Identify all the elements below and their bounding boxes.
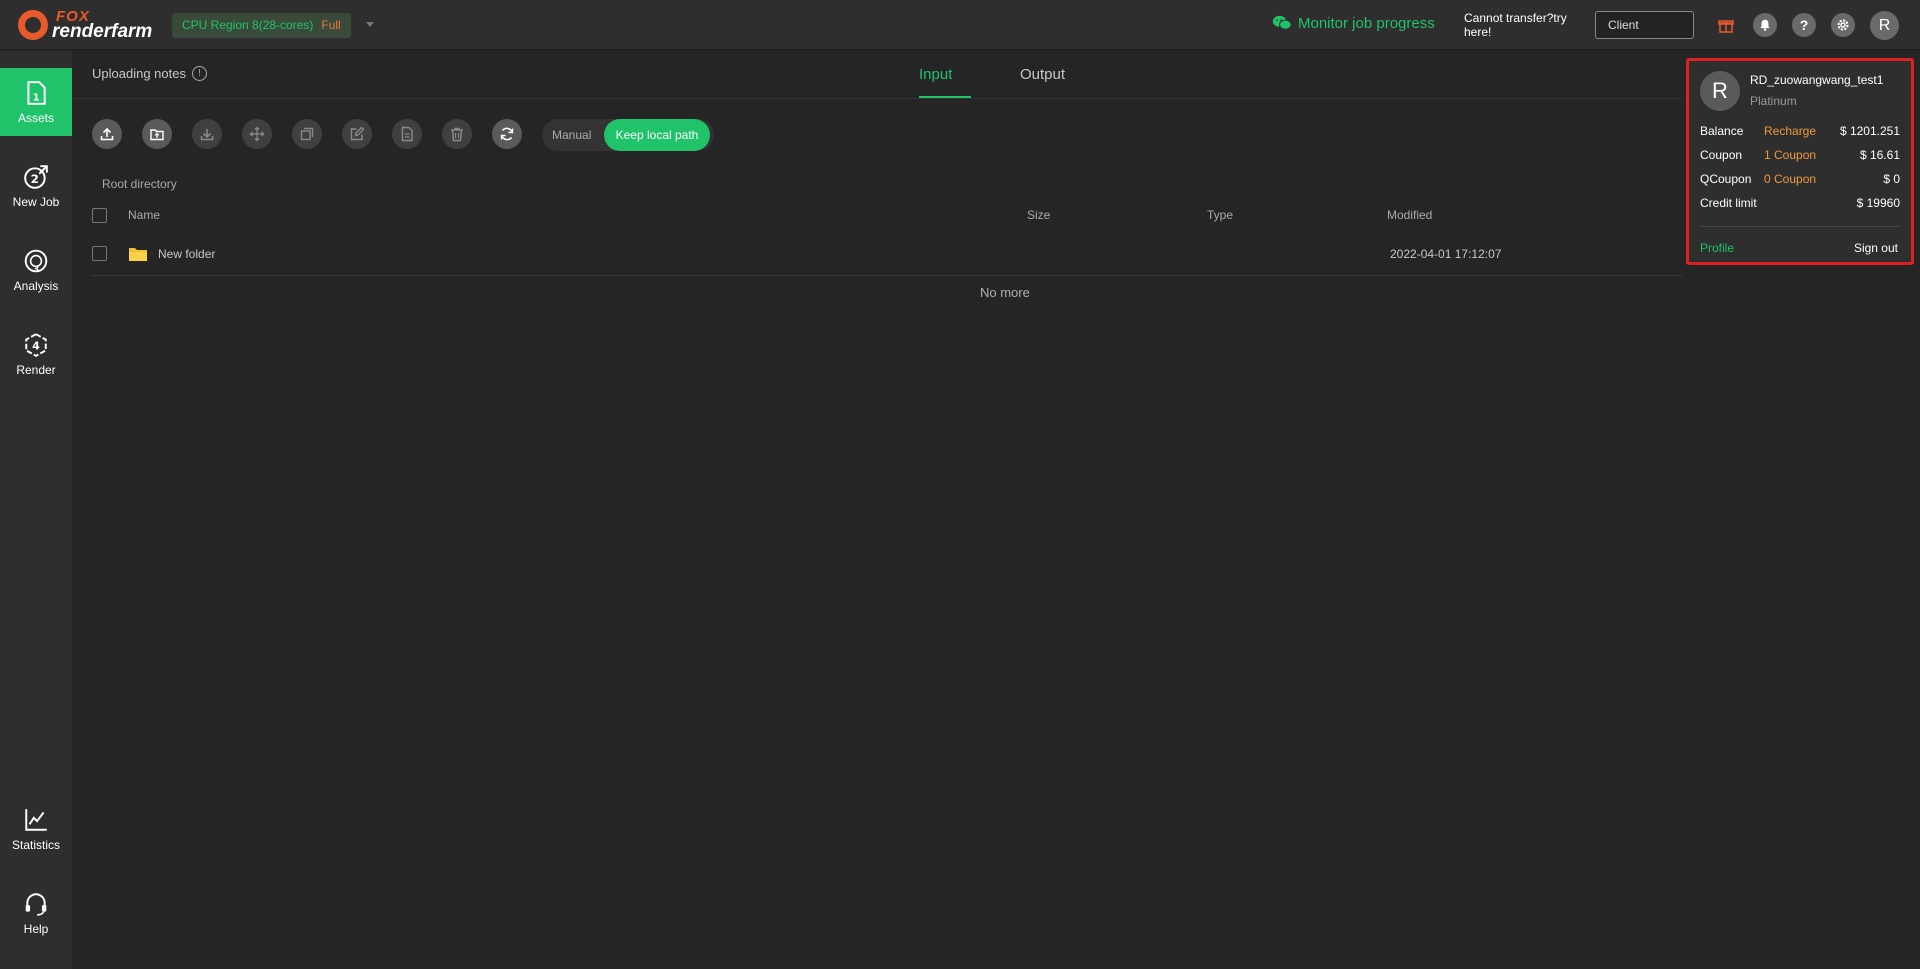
credit-label: Credit limit (1700, 196, 1757, 210)
refresh-icon[interactable] (492, 119, 522, 149)
svg-text:2: 2 (31, 171, 39, 185)
svg-text:4: 4 (32, 339, 40, 352)
svg-text:1: 1 (33, 92, 40, 103)
svg-text:3: 3 (33, 264, 39, 273)
sidebar-item-assets[interactable]: 1 Assets (0, 68, 72, 136)
tab-input[interactable]: Input (919, 66, 952, 98)
sidebar-item-label: Analysis (13, 278, 59, 293)
user-avatar[interactable]: R (1870, 11, 1899, 40)
table-header: Name Size Type Modified (92, 206, 1682, 226)
sidebar-item-analysis[interactable]: 3 Analysis (0, 236, 72, 304)
coupon-value: $ 16.61 (1859, 148, 1900, 162)
balance-label: Balance (1700, 124, 1744, 138)
sidebar-item-label: Help (23, 921, 49, 936)
row-modified: 2022-04-01 17:12:07 (1390, 247, 1502, 261)
profile-tier: Platinum (1750, 94, 1797, 108)
credit-row: Credit limit $ 19960 (1700, 196, 1900, 214)
column-type[interactable]: Type (1207, 208, 1233, 222)
chevron-down-icon[interactable] (366, 22, 374, 27)
row-checkbox[interactable] (92, 246, 107, 261)
table-row[interactable]: New folder 2022-04-01 17:12:07 (92, 244, 1682, 276)
region-label: CPU Region 8(28-cores) (182, 18, 314, 32)
qcoupon-value: $ 0 (1883, 172, 1900, 186)
tab-output[interactable]: Output (1020, 66, 1065, 98)
file-icon[interactable] (392, 119, 422, 149)
profile-dropdown: R RD_zuowangwang_test1 Platinum Balance … (1686, 58, 1914, 265)
bell-icon[interactable] (1753, 13, 1777, 37)
profile-link[interactable]: Profile (1700, 241, 1734, 255)
qcoupon-label: QCoupon (1700, 172, 1752, 186)
region-status: Full (321, 18, 341, 32)
assets-icon: 1 (27, 80, 46, 105)
tab-divider (72, 98, 1682, 99)
fox-renderfarm-logo[interactable]: FOX renderfarm (18, 8, 163, 42)
info-icon[interactable]: ! (191, 66, 207, 81)
recharge-link[interactable]: Recharge (1764, 124, 1816, 138)
coupon-label: Coupon (1700, 148, 1743, 162)
analysis-icon: 3 (24, 249, 48, 274)
folder-icon (129, 248, 147, 261)
edit-icon[interactable] (342, 119, 372, 149)
uploading-notes[interactable]: Uploading notes ! (92, 66, 207, 81)
profile-divider (1700, 226, 1900, 227)
logo-text-renderfarm: renderfarm (52, 21, 153, 42)
path-mode-toggle[interactable]: Manual Keep local path (542, 119, 714, 151)
monitor-job-progress-link[interactable]: Monitor job progress (1272, 14, 1435, 32)
monitor-label: Monitor job progress (1298, 14, 1435, 32)
sidebar-item-label: Statistics (11, 837, 60, 852)
no-more-text: No more (980, 285, 1030, 300)
profile-avatar: R (1700, 71, 1740, 111)
client-input[interactable] (1595, 11, 1694, 39)
sidebar-item-statistics[interactable]: Statistics (0, 795, 72, 863)
sidebar: 1 Assets 2 New Job 3 Analysis 4 Render S… (0, 51, 72, 969)
sidebar-item-help[interactable]: Help (0, 879, 72, 947)
coupon-link[interactable]: 1 Coupon (1764, 148, 1816, 162)
column-name[interactable]: Name (128, 208, 160, 222)
question-icon[interactable]: ? (1792, 13, 1816, 37)
cannot-transfer-link[interactable]: Cannot transfer?try here! (1464, 11, 1574, 39)
profile-username: RD_zuowangwang_test1 (1750, 73, 1884, 87)
sidebar-item-new-job[interactable]: 2 New Job (0, 152, 72, 220)
qcoupon-row: QCoupon 0 Coupon $ 0 (1700, 172, 1900, 190)
download-icon[interactable] (192, 119, 222, 149)
trash-icon[interactable] (442, 119, 472, 149)
breadcrumb[interactable]: Root directory (102, 177, 177, 191)
balance-row: Balance Recharge $ 1201.251 (1700, 124, 1900, 142)
wechat-icon (1272, 15, 1292, 30)
top-bar: FOX renderfarm CPU Region 8(28-cores) Ful… (0, 0, 1920, 50)
move-icon[interactable] (242, 119, 272, 149)
coupon-row: Coupon 1 Coupon $ 16.61 (1700, 148, 1900, 166)
balance-value: $ 1201.251 (1839, 124, 1900, 138)
sidebar-item-label: New Job (12, 194, 60, 209)
select-all-checkbox[interactable] (92, 208, 107, 223)
credit-value: $ 19960 (1856, 196, 1900, 210)
column-modified[interactable]: Modified (1387, 208, 1432, 222)
render-icon: 4 (25, 332, 47, 357)
qcoupon-link[interactable]: 0 Coupon (1764, 172, 1816, 186)
sidebar-item-label: Render (16, 362, 56, 377)
new-job-icon: 2 (24, 164, 48, 189)
main-content: Uploading notes ! Input Output Manual Ke… (72, 51, 1920, 969)
statistics-icon (25, 808, 47, 831)
column-size[interactable]: Size (1027, 208, 1050, 222)
region-selector[interactable]: CPU Region 8(28-cores) Full (172, 13, 351, 38)
sidebar-item-render[interactable]: 4 Render (0, 320, 72, 388)
sidebar-item-label: Assets (17, 110, 54, 125)
upload-icon[interactable] (92, 119, 122, 149)
logo-mark-icon (18, 10, 48, 40)
sign-out-button[interactable]: Sign out (1854, 241, 1898, 255)
upload-folder-icon[interactable] (142, 119, 172, 149)
gift-icon[interactable] (1714, 13, 1738, 37)
uploading-notes-label: Uploading notes (92, 66, 186, 81)
row-name[interactable]: New folder (158, 247, 215, 261)
gear-icon[interactable] (1831, 13, 1855, 37)
copy-icon[interactable] (292, 119, 322, 149)
toggle-keep-local-path[interactable]: Keep local path (604, 119, 710, 151)
toggle-manual[interactable]: Manual (552, 119, 591, 151)
help-icon (25, 892, 47, 916)
